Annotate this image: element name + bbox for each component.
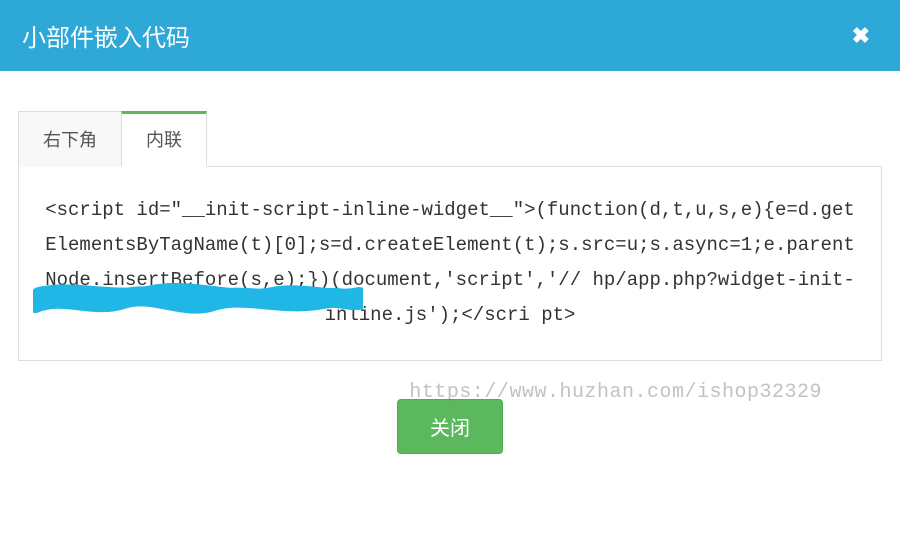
tab-inline[interactable]: 内联: [121, 111, 207, 167]
close-button-label: 关闭: [430, 418, 470, 440]
close-icon[interactable]: ✖: [844, 19, 878, 53]
tab-bottom-right[interactable]: 右下角: [18, 111, 121, 167]
modal-body: 右下角 内联 <script id="__init-script-inline-…: [0, 71, 900, 472]
embed-code-text: <script id="__init-script-inline-widget_…: [45, 199, 855, 326]
tab-label: 内联: [146, 130, 182, 150]
tab-bar: 右下角 内联: [18, 111, 882, 167]
embed-code-block[interactable]: <script id="__init-script-inline-widget_…: [41, 193, 859, 334]
tab-content: <script id="__init-script-inline-widget_…: [18, 167, 882, 361]
modal-title: 小部件嵌入代码: [22, 18, 190, 53]
modal-header: 小部件嵌入代码 ✖: [0, 0, 900, 71]
close-button[interactable]: 关闭: [397, 399, 503, 454]
modal-footer: https://www.huzhan.com/ishop32329 关闭: [18, 399, 882, 454]
tab-label: 右下角: [43, 130, 97, 150]
